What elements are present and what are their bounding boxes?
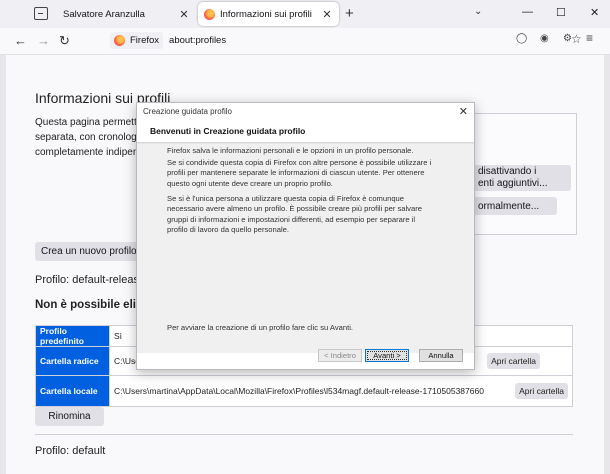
table-row: Cartella locale C:\Users\martina\AppData… <box>35 375 573 407</box>
firefox-icon <box>204 8 215 20</box>
dialog-body: Firefox salva le informazioni personali … <box>137 143 474 362</box>
identity-label: Firefox <box>130 35 160 46</box>
dialog-paragraph: Firefox salva le informazioni personali … <box>167 146 414 155</box>
dialog-header: Benvenuti in Creazione guidata profilo <box>137 120 474 143</box>
dialog-paragraph: Se si è l'unica persona a utilizzare que… <box>167 194 422 234</box>
rename-button[interactable]: Rinomina <box>35 407 104 426</box>
open-root-folder-button[interactable]: Apri cartella <box>487 353 540 369</box>
url-bar[interactable]: Firefox about:profiles ☆ <box>110 31 582 50</box>
maximize-icon[interactable]: ☐ <box>556 6 566 19</box>
row-value-cell: C:\Users\martina\AppData\Local\Mozilla\F… <box>109 375 573 407</box>
chevron-down-icon[interactable]: ⌄ <box>474 6 482 17</box>
tab-title: Informazioni sui profili <box>220 8 312 20</box>
button-label: Crea un nuovo profilo <box>41 246 137 257</box>
local-folder-path: C:\Users\martina\AppData\Local\Mozilla\F… <box>114 386 484 396</box>
menu-icon[interactable]: ≡ <box>586 31 593 45</box>
row-label: Profilo predefinito <box>35 325 110 347</box>
button-label: ormalmente... <box>478 200 540 212</box>
close-tab-icon[interactable]: ✕ <box>321 8 333 21</box>
button-label: Rinomina <box>48 411 91 422</box>
cancel-button[interactable]: Annulla <box>419 349 463 362</box>
url-text[interactable]: about:profiles <box>169 35 226 46</box>
back-icon[interactable]: ← <box>14 33 27 48</box>
tab-strip: Salvatore Aranzulla ✕ Informazioni sui p… <box>0 0 610 28</box>
button-label: disattivando i enti aggiuntivi... <box>478 166 548 189</box>
tab-salvatore-aranzulla[interactable]: Salvatore Aranzulla ✕ <box>57 2 196 26</box>
next-button[interactable]: Avanti > <box>365 349 409 362</box>
new-tab-icon[interactable]: + <box>345 5 354 22</box>
tab-informazioni-profili[interactable]: Informazioni sui profili ✕ <box>198 2 339 26</box>
firefox-icon <box>114 35 125 46</box>
tab-list-icon[interactable] <box>34 7 48 20</box>
open-local-folder-button[interactable]: Apri cartella <box>515 383 568 399</box>
create-profile-button[interactable]: Crea un nuovo profilo <box>35 242 152 261</box>
bookmark-star-icon[interactable]: ☆ <box>571 32 582 46</box>
dialog-paragraph: Se si condivide questa copia di Firefox … <box>167 158 432 188</box>
restart-normally-button[interactable]: ormalmente... <box>472 197 557 215</box>
cant-remove-heading: Non è possibile eliminare <box>35 299 145 311</box>
close-tab-icon[interactable]: ✕ <box>178 8 190 21</box>
row-label: Cartella radice <box>35 346 110 376</box>
profile-wizard-dialog: Creazione guidata profilo ✕ Benvenuti in… <box>136 102 475 370</box>
profile-heading-default: Profilo: default <box>35 445 106 457</box>
dialog-title: Creazione guidata profilo <box>143 107 232 116</box>
identity-box[interactable]: Firefox <box>110 32 164 49</box>
restart-addons-disabled-button[interactable]: disattivando i enti aggiuntivi... <box>472 165 571 191</box>
row-label: Cartella locale <box>35 375 110 407</box>
extensions-icon[interactable]: ⚙ <box>563 33 572 44</box>
dialog-titlebar: Creazione guidata profilo ✕ <box>137 103 474 120</box>
pocket-icon[interactable]: ◯ <box>516 33 527 44</box>
divider <box>35 434 573 435</box>
back-button[interactable]: < Indietro <box>318 349 362 362</box>
profile-heading-default-release: Profilo: default-release <box>35 274 139 286</box>
account-icon[interactable]: ◉ <box>540 33 549 44</box>
minimize-icon[interactable]: — <box>522 6 533 18</box>
tab-title: Salvatore Aranzulla <box>63 8 145 20</box>
nav-toolbar: ← → ↻ Firefox about:profiles ☆ ◯ ◉ ⚙ ≡ <box>0 28 610 55</box>
reload-icon[interactable]: ↻ <box>59 33 70 49</box>
dialog-close-icon[interactable]: ✕ <box>459 105 468 118</box>
forward-icon[interactable]: → <box>37 33 50 48</box>
window-close-icon[interactable]: ✕ <box>590 6 599 19</box>
dialog-footer-text: Per avviare la creazione di un profilo f… <box>167 323 354 332</box>
